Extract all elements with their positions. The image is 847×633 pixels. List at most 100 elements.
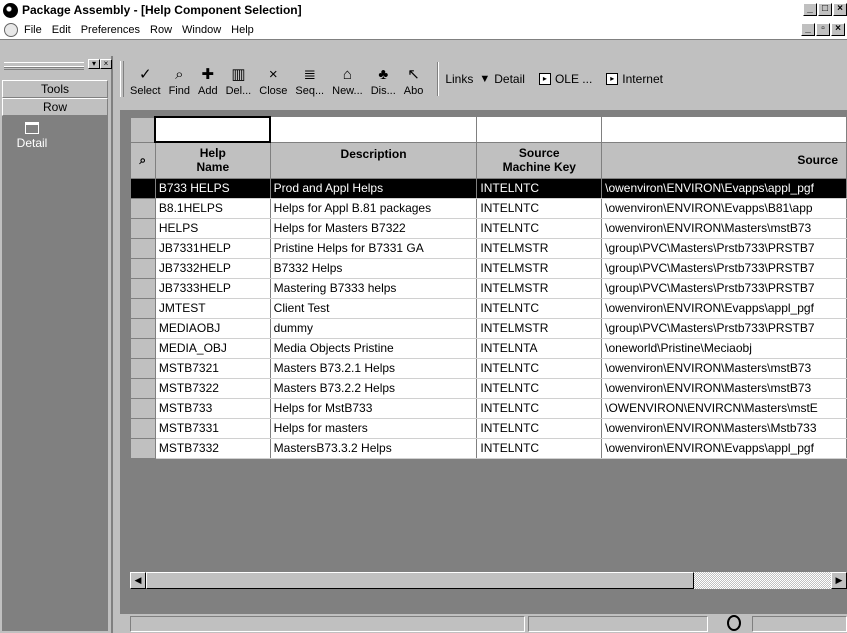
- row-selector[interactable]: [130, 298, 156, 319]
- find-button[interactable]: ⌕ Find: [169, 61, 190, 98]
- header-machine-key[interactable]: Source Machine Key: [476, 141, 603, 179]
- cell-source[interactable]: \owenviron\ENVIRON\Evapps\appl_pgf: [601, 178, 847, 199]
- tools-button[interactable]: Tools: [2, 80, 108, 98]
- table-row[interactable]: MSTB733 Helps for MstB733 INTELNTC \OWENVIR…: [130, 398, 847, 419]
- cell-description[interactable]: Prod and Appl Helps: [270, 178, 478, 199]
- cell-source[interactable]: \owenviron\ENVIRON\Masters\mstB73: [601, 378, 847, 399]
- qbe-source[interactable]: [601, 117, 847, 143]
- qbe-machine-key[interactable]: [476, 117, 603, 143]
- doc-minimize-button[interactable]: _: [801, 23, 815, 36]
- horizontal-scrollbar[interactable]: ◀ ▶: [130, 572, 847, 589]
- cell-description[interactable]: Helps for Appl B.81 packages: [270, 198, 478, 219]
- cell-source[interactable]: \owenviron\ENVIRON\Masters\mstB73: [601, 218, 847, 239]
- cell-machine-key[interactable]: INTELMSTR: [476, 258, 603, 279]
- row-selector[interactable]: [130, 178, 156, 199]
- cell-description[interactable]: MastersB73.3.2 Helps: [270, 438, 478, 459]
- new-button[interactable]: ⌂ New...: [332, 61, 363, 98]
- cell-machine-key[interactable]: INTELNTC: [476, 418, 603, 439]
- cell-source[interactable]: \owenviron\ENVIRON\Evapps\appl_pgf: [601, 438, 847, 459]
- cell-help-name[interactable]: JB7332HELP: [155, 258, 271, 279]
- cell-source[interactable]: \group\PVC\Masters\Prstb733\PRSTB7: [601, 258, 847, 279]
- links-detail-label[interactable]: Detail: [494, 72, 525, 86]
- cell-help-name[interactable]: MSTB7332: [155, 438, 271, 459]
- cell-source[interactable]: \group\PVC\Masters\Prstb733\PRSTB7: [601, 238, 847, 259]
- cell-description[interactable]: Helps for Masters B7322: [270, 218, 478, 239]
- cell-help-name[interactable]: MSTB7331: [155, 418, 271, 439]
- menu-row[interactable]: Row: [150, 24, 172, 36]
- doc-restore-button[interactable]: ▫: [816, 23, 830, 36]
- row-selector[interactable]: [130, 218, 156, 239]
- table-row[interactable]: JB7332HELP B7332 Helps INTELMSTR \group\PVC…: [130, 258, 847, 279]
- links-menu[interactable]: Links ▼ Detail: [445, 72, 525, 86]
- row-selector[interactable]: [130, 258, 156, 279]
- qbe-help-name[interactable]: [154, 116, 272, 143]
- menu-preferences[interactable]: Preferences: [81, 24, 140, 36]
- cell-source[interactable]: \group\PVC\Masters\Prstb733\PRSTB7: [601, 318, 847, 339]
- row-selector[interactable]: [130, 438, 156, 459]
- cell-machine-key[interactable]: INTELMSTR: [476, 318, 603, 339]
- cell-description[interactable]: Masters B73.2.2 Helps: [270, 378, 478, 399]
- cell-help-name[interactable]: JB7331HELP: [155, 238, 271, 259]
- table-row[interactable]: JB7333HELP Mastering B7333 helps INTELMSTR…: [130, 278, 847, 299]
- doc-close-button[interactable]: ×: [831, 23, 845, 36]
- panel-collapse-button[interactable]: ▾: [88, 59, 100, 69]
- table-row[interactable]: MSTB7322 Masters B73.2.2 Helps INTELNTC \ow…: [130, 378, 847, 399]
- cell-help-name[interactable]: JB7333HELP: [155, 278, 271, 299]
- select-button[interactable]: ✓ Select: [130, 61, 161, 98]
- cell-machine-key[interactable]: INTELNTC: [476, 358, 603, 379]
- cell-machine-key[interactable]: INTELNTA: [476, 338, 603, 359]
- table-row[interactable]: MSTB7332 MastersB73.3.2 Helps INTELNTC \owe…: [130, 438, 847, 459]
- header-selector[interactable]: ⌕: [130, 141, 156, 179]
- cell-source[interactable]: \owenviron\ENVIRON\Evapps\B81\app: [601, 198, 847, 219]
- cell-description[interactable]: Helps for masters: [270, 418, 478, 439]
- header-description[interactable]: Description: [270, 141, 478, 179]
- row-selector[interactable]: [130, 358, 156, 379]
- cell-description[interactable]: Client Test: [270, 298, 478, 319]
- cell-description[interactable]: dummy: [270, 318, 478, 339]
- cell-machine-key[interactable]: INTELNTC: [476, 298, 603, 319]
- cell-description[interactable]: Media Objects Pristine: [270, 338, 478, 359]
- delete-button[interactable]: ▥ Del...: [226, 61, 252, 98]
- cell-source[interactable]: \owenviron\ENVIRON\Evapps\appl_pgf: [601, 298, 847, 319]
- header-help-name[interactable]: Help Name: [155, 141, 271, 179]
- cell-source[interactable]: \oneworld\Pristine\Meciaobj: [601, 338, 847, 359]
- cell-help-name[interactable]: MSTB7322: [155, 378, 271, 399]
- about-button[interactable]: ↖ Abo: [404, 61, 424, 98]
- table-row[interactable]: MEDIA_OBJ Media Objects Pristine INTELNTA \…: [130, 338, 847, 359]
- sequence-button[interactable]: ≣ Seq...: [295, 61, 324, 98]
- cell-source[interactable]: \group\PVC\Masters\Prstb733\PRSTB7: [601, 278, 847, 299]
- add-button[interactable]: ✚ Add: [198, 61, 218, 98]
- table-row[interactable]: B8.1HELPS Helps for Appl B.81 packages INT…: [130, 198, 847, 219]
- cell-description[interactable]: Helps for MstB733: [270, 398, 478, 419]
- detail-exit[interactable]: Detail: [2, 122, 62, 150]
- scroll-left-button[interactable]: ◀: [130, 572, 146, 589]
- table-row[interactable]: MEDIAOBJ dummy INTELMSTR \group\PVC\Masters…: [130, 318, 847, 339]
- close-button[interactable]: × Close: [259, 61, 287, 98]
- row-selector[interactable]: [130, 378, 156, 399]
- row-selector[interactable]: [130, 418, 156, 439]
- cell-machine-key[interactable]: INTELNTC: [476, 218, 603, 239]
- internet-link[interactable]: ▸ Internet: [606, 72, 663, 86]
- table-row[interactable]: JMTEST Client Test INTELNTC \owenviron\ENVI…: [130, 298, 847, 319]
- header-source[interactable]: Source: [601, 141, 847, 179]
- table-row[interactable]: MSTB7331 Helps for masters INTELNTC \owenvi…: [130, 418, 847, 439]
- cell-source[interactable]: \owenviron\ENVIRON\Masters\Mstb733: [601, 418, 847, 439]
- row-selector[interactable]: [130, 398, 156, 419]
- cell-description[interactable]: B7332 Helps: [270, 258, 478, 279]
- cell-help-name[interactable]: MEDIA_OBJ: [155, 338, 271, 359]
- cell-machine-key[interactable]: INTELNTC: [476, 178, 603, 199]
- row-selector[interactable]: [130, 318, 156, 339]
- cell-description[interactable]: Mastering B7333 helps: [270, 278, 478, 299]
- cell-machine-key[interactable]: INTELMSTR: [476, 238, 603, 259]
- table-row[interactable]: JB7331HELP Pristine Helps for B7331 GA INT…: [130, 238, 847, 259]
- cell-help-name[interactable]: B733 HELPS: [155, 178, 271, 199]
- cell-machine-key[interactable]: INTELNTC: [476, 438, 603, 459]
- scroll-right-button[interactable]: ▶: [831, 572, 847, 589]
- table-row[interactable]: HELPS Helps for Masters B7322 INTELNTC \owe…: [130, 218, 847, 239]
- ole-link[interactable]: ▸ OLE ...: [538, 72, 592, 86]
- menu-edit[interactable]: Edit: [52, 24, 71, 36]
- cell-help-name[interactable]: MSTB733: [155, 398, 271, 419]
- row-selector[interactable]: [130, 278, 156, 299]
- menu-help[interactable]: Help: [231, 24, 254, 36]
- cell-machine-key[interactable]: INTELNTC: [476, 198, 603, 219]
